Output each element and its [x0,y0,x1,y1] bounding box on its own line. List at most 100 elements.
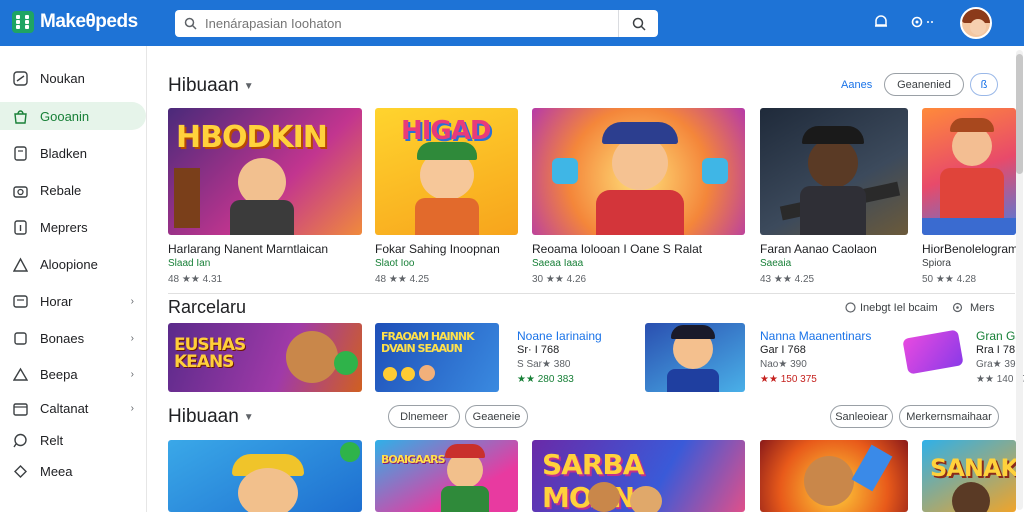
card-title[interactable]: HiorBenolelogram [922,242,1018,256]
game-thumbnail[interactable]: SARBA MOANS [532,440,745,512]
card-title[interactable]: Harlarang Nanent Marntlaican [168,242,328,256]
item-detail: Nao★ 390 [760,359,807,370]
app-logo[interactable]: Makeθpeds [12,11,138,33]
card-title[interactable]: Reoama Iolooan I Oane S Ralat [532,242,702,256]
sidebar-item-label: Aloopione [40,256,98,272]
game-thumbnail[interactable]: FRAOAM HAINNK DVAIN SEAAUN [375,323,499,392]
sidebar-item-label: Meea [40,463,73,479]
sidebar-item-beepa[interactable]: Beepa › [0,360,146,388]
card-rating: 48 ★★ 4.31 [168,274,223,285]
section-title[interactable]: Rarcelaru [168,297,246,318]
sidebar-item-label: Gooanin [40,108,90,124]
item-title[interactable]: Nanna Maanentinars [760,329,871,343]
thumbnail-title-art: HBODKIN [176,120,328,155]
see-more-link[interactable]: Aanes [841,79,872,91]
item-detail: S Sar★ 380 [517,359,571,370]
card-subtitle: Slaot Ioo [375,258,415,269]
game-thumbnail[interactable]: EUSHAS KEANS [168,323,362,392]
caret-down-icon: ▼ [243,411,254,423]
settings-icon [952,302,963,313]
game-thumbnail[interactable] [168,440,362,512]
more-link[interactable]: Mers [970,302,994,314]
filter-pill[interactable]: Geanenied [884,73,964,96]
game-thumbnail[interactable]: HBODKIN [168,108,362,235]
game-thumbnail[interactable]: BOAIGAARS [375,440,518,512]
thumbnail-title-art: BOAIGAARS [381,453,446,466]
item-title[interactable]: Noane Iarinaing [517,329,602,343]
filter-link[interactable]: Inebgt Iel bcaim [860,302,938,314]
sidebar: Noukan Gooanin Bladken Rebale Meprers Al… [0,46,147,512]
more-pill[interactable]: ß [970,73,998,96]
card-subtitle: Saeaa Iaaa [532,258,584,269]
search-icon [632,17,646,31]
scrollbar-thumb[interactable] [1016,54,1023,174]
item-rating: ★★ 150 375 [760,374,817,385]
triangle-icon [12,366,28,382]
card-rating: 43 ★★ 4.25 [760,274,815,285]
user-avatar[interactable] [960,7,992,39]
filter-pill[interactable]: Dlnemeer [388,405,460,428]
sidebar-item-meprers[interactable]: Meprers [0,213,146,241]
chevron-right-icon[interactable]: › [131,333,134,344]
sidebar-item-noukan[interactable]: Noukan [0,64,146,92]
item-detail: Gar I 768 [760,344,806,356]
section-title[interactable]: Hibuaan ▼ [168,406,254,428]
settings-icon[interactable] [910,14,936,30]
search-button[interactable] [618,10,658,37]
book-icon [12,145,28,161]
game-thumbnail[interactable]: HIGAD [375,108,518,235]
window-icon [12,293,28,309]
chevron-right-icon[interactable]: › [131,403,134,414]
item-detail: Gra★ 39 [976,359,1016,370]
sidebar-item-label: Beepa [40,366,78,382]
game-thumbnail[interactable] [760,108,908,235]
sidebar-item-rebale[interactable]: Rebale [0,176,146,204]
card-title[interactable]: Fokar Sahing Inoopnan [375,242,500,256]
sidebar-item-gooanin[interactable]: Gooanin [0,102,146,130]
game-thumbnail[interactable]: SANAK [922,440,1016,512]
caret-down-icon: ▼ [243,80,254,92]
camera-icon [12,182,28,198]
card-rating: 48 ★★ 4.25 [375,274,430,285]
top-bar: Makeθpeds [0,0,1024,46]
game-thumbnail[interactable] [922,108,1016,235]
filter-pill[interactable]: Geaeneie [465,405,528,428]
search-icon [184,17,197,30]
section-title[interactable]: Hibuaan ▼ [168,75,254,97]
card-title[interactable]: Faran Aanao Caolaon [760,242,877,256]
search-input[interactable] [175,10,618,37]
filter-pill[interactable]: Sanleoiear [830,405,893,428]
dashboard-icon [12,70,28,86]
game-thumbnail[interactable] [760,440,908,512]
section-title-text: Hibuaan [168,406,239,427]
sidebar-item-horar[interactable]: Horar › [0,287,146,315]
filter-pill[interactable]: Merkernsmaihaar [899,405,999,428]
info-icon [12,219,28,235]
sidebar-item-meea[interactable]: Meea [0,457,146,485]
sidebar-item-caltanat[interactable]: Caltanat › [0,394,146,422]
scrollbar[interactable] [1016,50,1023,510]
sidebar-item-relt[interactable]: Relt [0,426,146,454]
card-rating: 30 ★★ 4.26 [532,274,587,285]
sidebar-item-label: Meprers [40,219,88,235]
chevron-right-icon[interactable]: › [131,369,134,380]
sidebar-item-aloopione[interactable]: Aloopione [0,250,146,278]
thumbnail-title-art: FRAOAM HAINNK DVAIN SEAAUN [381,330,475,355]
game-thumbnail[interactable] [645,323,745,392]
thumbnail-title-art: SANAK [930,454,1016,482]
thumbnail-title-art: EUSHAS KEANS [174,335,246,372]
sidebar-item-label: Caltanat [40,400,89,416]
card-rating: 50 ★★ 4.28 [922,274,977,285]
notifications-icon[interactable] [873,14,889,30]
app-name: Makeθpeds [40,11,138,32]
grid-logo-icon [12,11,34,33]
sidebar-item-bonaes[interactable]: Bonaes › [0,324,146,352]
section-divider [168,293,1015,294]
chevron-right-icon[interactable]: › [131,296,134,307]
game-thumbnail[interactable] [532,108,745,235]
item-detail: Sr· I 768 [517,344,560,356]
sidebar-item-bladken[interactable]: Bladken [0,139,146,167]
section-title-text: Rarcelaru [168,297,247,317]
search-bar[interactable] [175,10,658,37]
store-icon [12,108,28,124]
